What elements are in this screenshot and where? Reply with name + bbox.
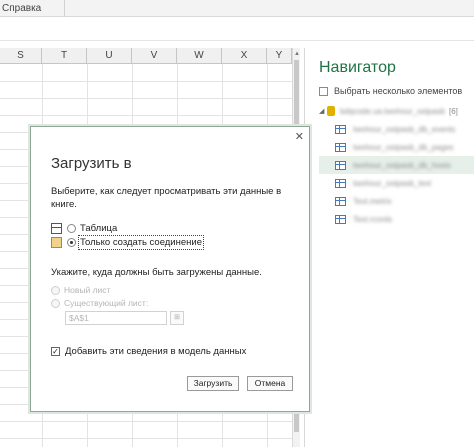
table-icon [51,223,62,234]
column-header-x[interactable]: X [222,48,267,64]
option-connection-label: Только создать соединение [78,235,204,250]
navigator-title: Навигатор [319,59,396,76]
menu-separator [64,0,65,17]
select-multiple-label: Выбрать несколько элементов [334,86,463,96]
menu-bar: Справка [0,0,474,17]
column-header-s[interactable]: S [0,48,42,64]
source-count: [6] [448,106,458,116]
table-icon [335,160,346,170]
select-multiple-checkbox[interactable] [319,86,328,96]
new-sheet-radio[interactable] [51,285,60,295]
option-table-label: Таблица [80,223,118,234]
grid-row-line [0,115,292,116]
option-new-sheet[interactable]: Новый лист [51,285,110,295]
tree-item-label: twohour_ostpasb_db_pages [353,142,454,152]
tree-item[interactable]: Text.rcords [319,210,474,228]
column-header-row: S T U V W X Y [0,48,300,64]
column-header-w[interactable]: W [177,48,222,64]
navigator-pane: Навигатор Выбрать несколько элементов ◢ … [304,48,474,447]
option-connection-only[interactable]: Только создать соединение [51,235,204,250]
tree-item-label: Text.metrix [353,196,392,206]
column-header-u[interactable]: U [87,48,132,64]
option-table[interactable]: Таблица [51,223,117,234]
tree-item-label: twohour_ostpasb_db_hosts [353,160,451,170]
connection-only-radio[interactable] [67,238,76,247]
grid-row-line [0,98,292,99]
tree-item[interactable]: twohour_ostpasb_text [319,174,474,192]
table-icon [335,124,346,134]
database-icon [327,106,335,116]
dialog-title: Загрузить в [51,155,132,172]
close-icon[interactable]: ✕ [295,130,304,143]
tree-item[interactable]: twohour_ostpasb_db_events [319,120,474,138]
range-picker-icon[interactable]: ⊞ [170,311,184,325]
column-header-t[interactable]: T [42,48,87,64]
range-input[interactable]: $A$1 [65,311,167,325]
tree-item-label: twohour_ostpasb_db_events [353,124,456,134]
source-name: bdqcode.ua.twohour_ostpasb [340,106,445,116]
view-prompt: Выберите, как следует просматривать эти … [51,186,282,210]
existing-sheet-radio[interactable] [51,298,60,308]
location-prompt: Укажите, куда должны быть загружены данн… [51,267,262,278]
grid-row-line [0,438,292,439]
table-icon [335,178,346,188]
table-icon [335,142,346,152]
ribbon-area [0,17,474,41]
scroll-up-icon[interactable]: ▲ [293,50,301,58]
table-icon [335,214,346,224]
option-new-sheet-label: Новый лист [64,285,111,295]
tree-item-label: twohour_ostpasb_text [353,178,432,188]
table-icon [335,196,346,206]
add-to-model-checkbox[interactable]: ✓ [51,347,60,356]
add-to-model-label: Добавить эти сведения в модель данных [65,346,247,357]
navigator-tree: ◢ bdqcode.ua.twohour_ostpasb [6] twohour… [319,102,474,228]
select-multiple-option[interactable]: Выбрать несколько элементов [319,86,462,96]
load-button[interactable]: Загрузить [187,376,239,391]
add-to-data-model-option[interactable]: ✓ Добавить эти сведения в модель данных [51,346,246,357]
column-header-v[interactable]: V [132,48,177,64]
grid-row-line [0,421,292,422]
tree-source-node[interactable]: ◢ bdqcode.ua.twohour_ostpasb [6] [319,102,474,120]
menu-help[interactable]: Справка [2,3,41,14]
column-header-y[interactable]: Y [267,48,292,64]
tree-item-selected[interactable]: twohour_ostpasb_db_hosts [319,156,474,174]
option-existing-sheet[interactable]: Существующий лист: [51,298,148,308]
tree-item[interactable]: twohour_ostpasb_db_pages [319,138,474,156]
table-radio[interactable] [67,224,76,233]
connection-icon [51,237,62,248]
option-existing-sheet-label: Существующий лист: [64,298,149,308]
grid-row-line [0,81,292,82]
cancel-button[interactable]: Отмена [247,376,293,391]
tree-item[interactable]: Text.metrix [319,192,474,210]
tree-item-label: Text.rcords [353,214,393,224]
expand-caret-icon[interactable]: ◢ [319,107,327,115]
load-to-dialog: ✕ Загрузить в Выберите, как следует прос… [30,126,310,412]
